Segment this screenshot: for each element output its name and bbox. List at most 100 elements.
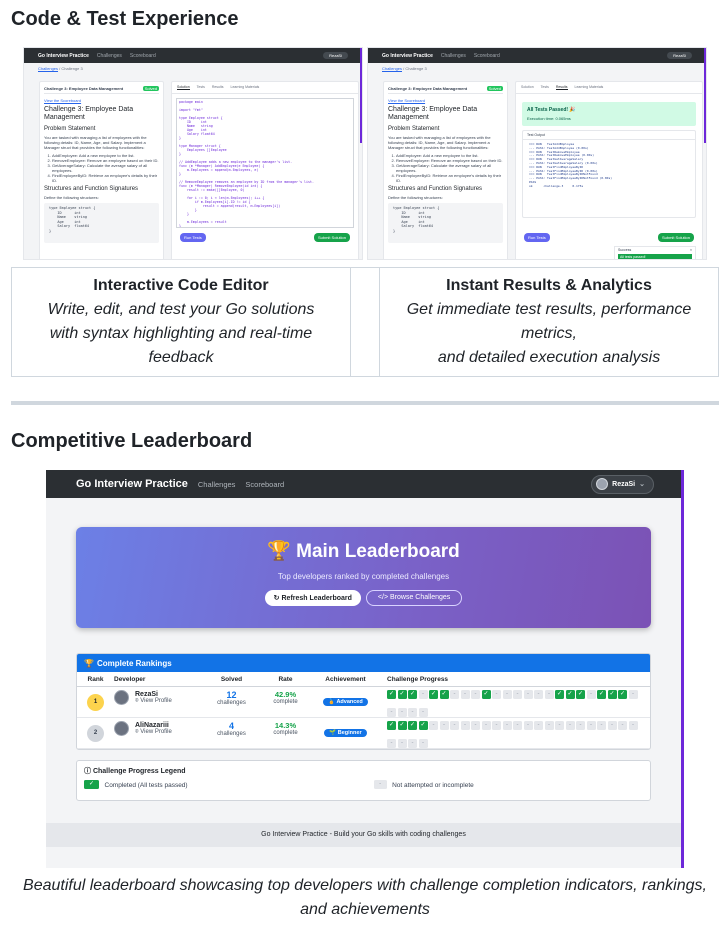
table-gap-cell <box>351 268 380 376</box>
challenge-incomplete-cell[interactable]: - <box>397 739 407 748</box>
challenge-completed-cell[interactable]: ✓ <box>565 690 575 699</box>
editor-screenshot: Go Interview Practice Challenges Scorebo… <box>23 47 363 260</box>
feature-desc-line1: Get immediate test results, performance … <box>406 301 692 342</box>
developer-name[interactable]: AliNazariii <box>135 722 172 729</box>
challenge-completed-cell[interactable]: ✓ <box>418 721 428 730</box>
user-name: RezaSi <box>612 480 636 488</box>
challenge-incomplete-cell[interactable]: - <box>628 721 638 730</box>
mini-navbar: Go Interview Practice Challenges Scorebo… <box>24 48 362 63</box>
challenge-incomplete-cell[interactable]: - <box>492 690 501 699</box>
challenge-completed-cell[interactable]: ✓ <box>408 690 417 699</box>
challenge-incomplete-cell[interactable]: - <box>513 721 522 730</box>
solved-count: 12 <box>226 690 237 700</box>
mini-breadcrumb: Challenges / Challenge 3 <box>38 66 83 71</box>
hero-subtitle: Top developers ranked by completed chall… <box>277 572 450 581</box>
challenge-incomplete-cell[interactable]: - <box>481 721 491 730</box>
challenge-incomplete-cell[interactable]: - <box>618 721 627 730</box>
challenge-incomplete-cell[interactable]: - <box>555 721 564 730</box>
rankings-header: 🏆 Complete Rankings <box>77 654 650 672</box>
nav-challenges[interactable]: Challenges <box>198 480 236 489</box>
challenge-incomplete-cell[interactable]: - <box>460 721 470 730</box>
challenge-completed-cell[interactable]: ✓ <box>429 690 438 699</box>
challenge-completed-cell[interactable]: ✓ <box>408 721 417 730</box>
challenge-completed-cell[interactable]: ✓ <box>618 690 627 699</box>
challenge-incomplete-cell[interactable]: - <box>565 721 575 730</box>
challenge-incomplete-cell[interactable]: - <box>523 690 533 699</box>
progress-legend: ⓘ Challenge Progress Legend ✓ Completed (… <box>76 760 651 801</box>
challenge-incomplete-cell[interactable]: - <box>418 739 428 748</box>
challenge-incomplete-cell[interactable]: - <box>450 721 459 730</box>
table-header: Rank Developer Solved Rate Achievement C… <box>77 672 650 687</box>
challenge-completed-cell[interactable]: ✓ <box>397 721 407 730</box>
results-screenshot: Go Interview Practice Challenges Scorebo… <box>367 47 707 260</box>
leaderboard-hero: 🏆 Main Leaderboard Top developers ranked… <box>76 527 651 628</box>
challenge-incomplete-cell[interactable]: - <box>544 721 554 730</box>
challenge-incomplete-cell[interactable]: - <box>418 708 428 717</box>
challenge-incomplete-cell[interactable]: - <box>429 721 438 730</box>
mini-user-menu: RezaSi <box>667 52 692 59</box>
mini-tabs: Solution Tests Results Learning Material… <box>172 82 358 94</box>
mini-tab-results-active: Results <box>555 85 568 90</box>
challenge-incomplete-cell[interactable]: - <box>586 721 596 730</box>
mini-success-toast: Success × All tests passed! <box>614 246 696 259</box>
mini-test-output: Test Output === RUN TestAddEmployee --- … <box>522 130 696 218</box>
challenge-incomplete-cell[interactable]: - <box>534 721 543 730</box>
challenge-incomplete-cell[interactable]: - <box>523 721 533 730</box>
challenge-completed-cell[interactable]: ✓ <box>387 690 396 699</box>
mini-code-editor: package main import "fmt" type Employee … <box>176 98 354 228</box>
view-profile-link[interactable]: ⌾ View Profile <box>135 698 172 705</box>
challenge-completed-cell[interactable]: ✓ <box>481 690 491 699</box>
challenge-incomplete-cell[interactable]: - <box>502 690 512 699</box>
challenge-incomplete-cell[interactable]: - <box>387 739 396 748</box>
challenge-incomplete-cell[interactable]: - <box>397 708 407 717</box>
challenge-incomplete-cell[interactable]: - <box>586 690 596 699</box>
refresh-leaderboard-button[interactable]: ↻ Refresh Leaderboard <box>264 590 361 606</box>
challenge-incomplete-cell[interactable]: - <box>471 721 480 730</box>
col-achievement: Achievement <box>325 675 366 683</box>
challenge-completed-cell[interactable]: ✓ <box>576 690 585 699</box>
challenge-incomplete-cell[interactable]: - <box>513 690 522 699</box>
section-title-leaderboard: Competitive Leaderboard <box>11 430 253 452</box>
table-row: 2 AliNazariii ⌾ View Profile 4 challenges … <box>77 718 650 749</box>
mini-tab-learning: Learning Materials <box>230 85 260 89</box>
challenge-incomplete-cell[interactable]: - <box>471 690 480 699</box>
challenge-incomplete-cell[interactable]: - <box>628 690 638 699</box>
challenge-completed-cell[interactable]: ✓ <box>387 721 396 730</box>
challenge-incomplete-cell[interactable]: - <box>439 721 449 730</box>
challenge-incomplete-cell[interactable]: - <box>460 690 470 699</box>
challenge-incomplete-cell[interactable]: - <box>502 721 512 730</box>
mini-challenge-title: Challenge 3: Employee Data Management <box>44 106 134 121</box>
challenge-incomplete-cell[interactable]: - <box>408 739 417 748</box>
feature-code-editor: Interactive Code Editor Write, edit, and… <box>12 268 351 376</box>
challenge-incomplete-cell[interactable]: - <box>408 708 417 717</box>
challenge-completed-cell[interactable]: ✓ <box>607 690 617 699</box>
user-menu[interactable]: RezaSi ⌄ <box>591 474 654 494</box>
browse-challenges-button[interactable]: </> Browse Challenges <box>365 590 463 606</box>
nav-scoreboard[interactable]: Scoreboard <box>245 480 284 489</box>
rank-badge: 1 <box>87 694 104 711</box>
challenge-incomplete-cell[interactable]: - <box>418 690 428 699</box>
challenge-incomplete-cell[interactable]: - <box>597 721 606 730</box>
challenge-incomplete-cell[interactable]: - <box>492 721 501 730</box>
section-title-code-test: Code & Test Experience <box>11 8 239 30</box>
challenge-incomplete-cell[interactable]: - <box>387 708 396 717</box>
challenge-incomplete-cell[interactable]: - <box>607 721 617 730</box>
mini-nav-scoreboard: Scoreboard <box>129 52 156 59</box>
brand[interactable]: Go Interview Practice <box>76 478 188 490</box>
challenge-completed-cell[interactable]: ✓ <box>597 690 606 699</box>
developer-name[interactable]: RezaSi <box>135 691 172 698</box>
mini-func-list: AddEmployee: Add a new employee to the l… <box>44 153 159 183</box>
challenge-incomplete-cell[interactable]: - <box>544 690 554 699</box>
challenge-completed-cell[interactable]: ✓ <box>439 690 449 699</box>
scroll-indicator <box>681 470 684 868</box>
challenge-completed-cell[interactable]: ✓ <box>555 690 564 699</box>
challenge-completed-cell[interactable]: ✓ <box>397 690 407 699</box>
feature-desc: Write, edit, and test your Go solutions … <box>47 301 315 366</box>
challenge-incomplete-cell[interactable]: - <box>534 690 543 699</box>
view-profile-link[interactable]: ⌾ View Profile <box>135 729 172 736</box>
section-divider <box>11 401 719 405</box>
mini-structures-heading: Structures and Function Signatures <box>44 186 139 192</box>
challenge-incomplete-cell[interactable]: - <box>450 690 459 699</box>
challenge-incomplete-cell[interactable]: - <box>576 721 585 730</box>
app-footer: Go Interview Practice - Build your Go sk… <box>46 823 681 847</box>
